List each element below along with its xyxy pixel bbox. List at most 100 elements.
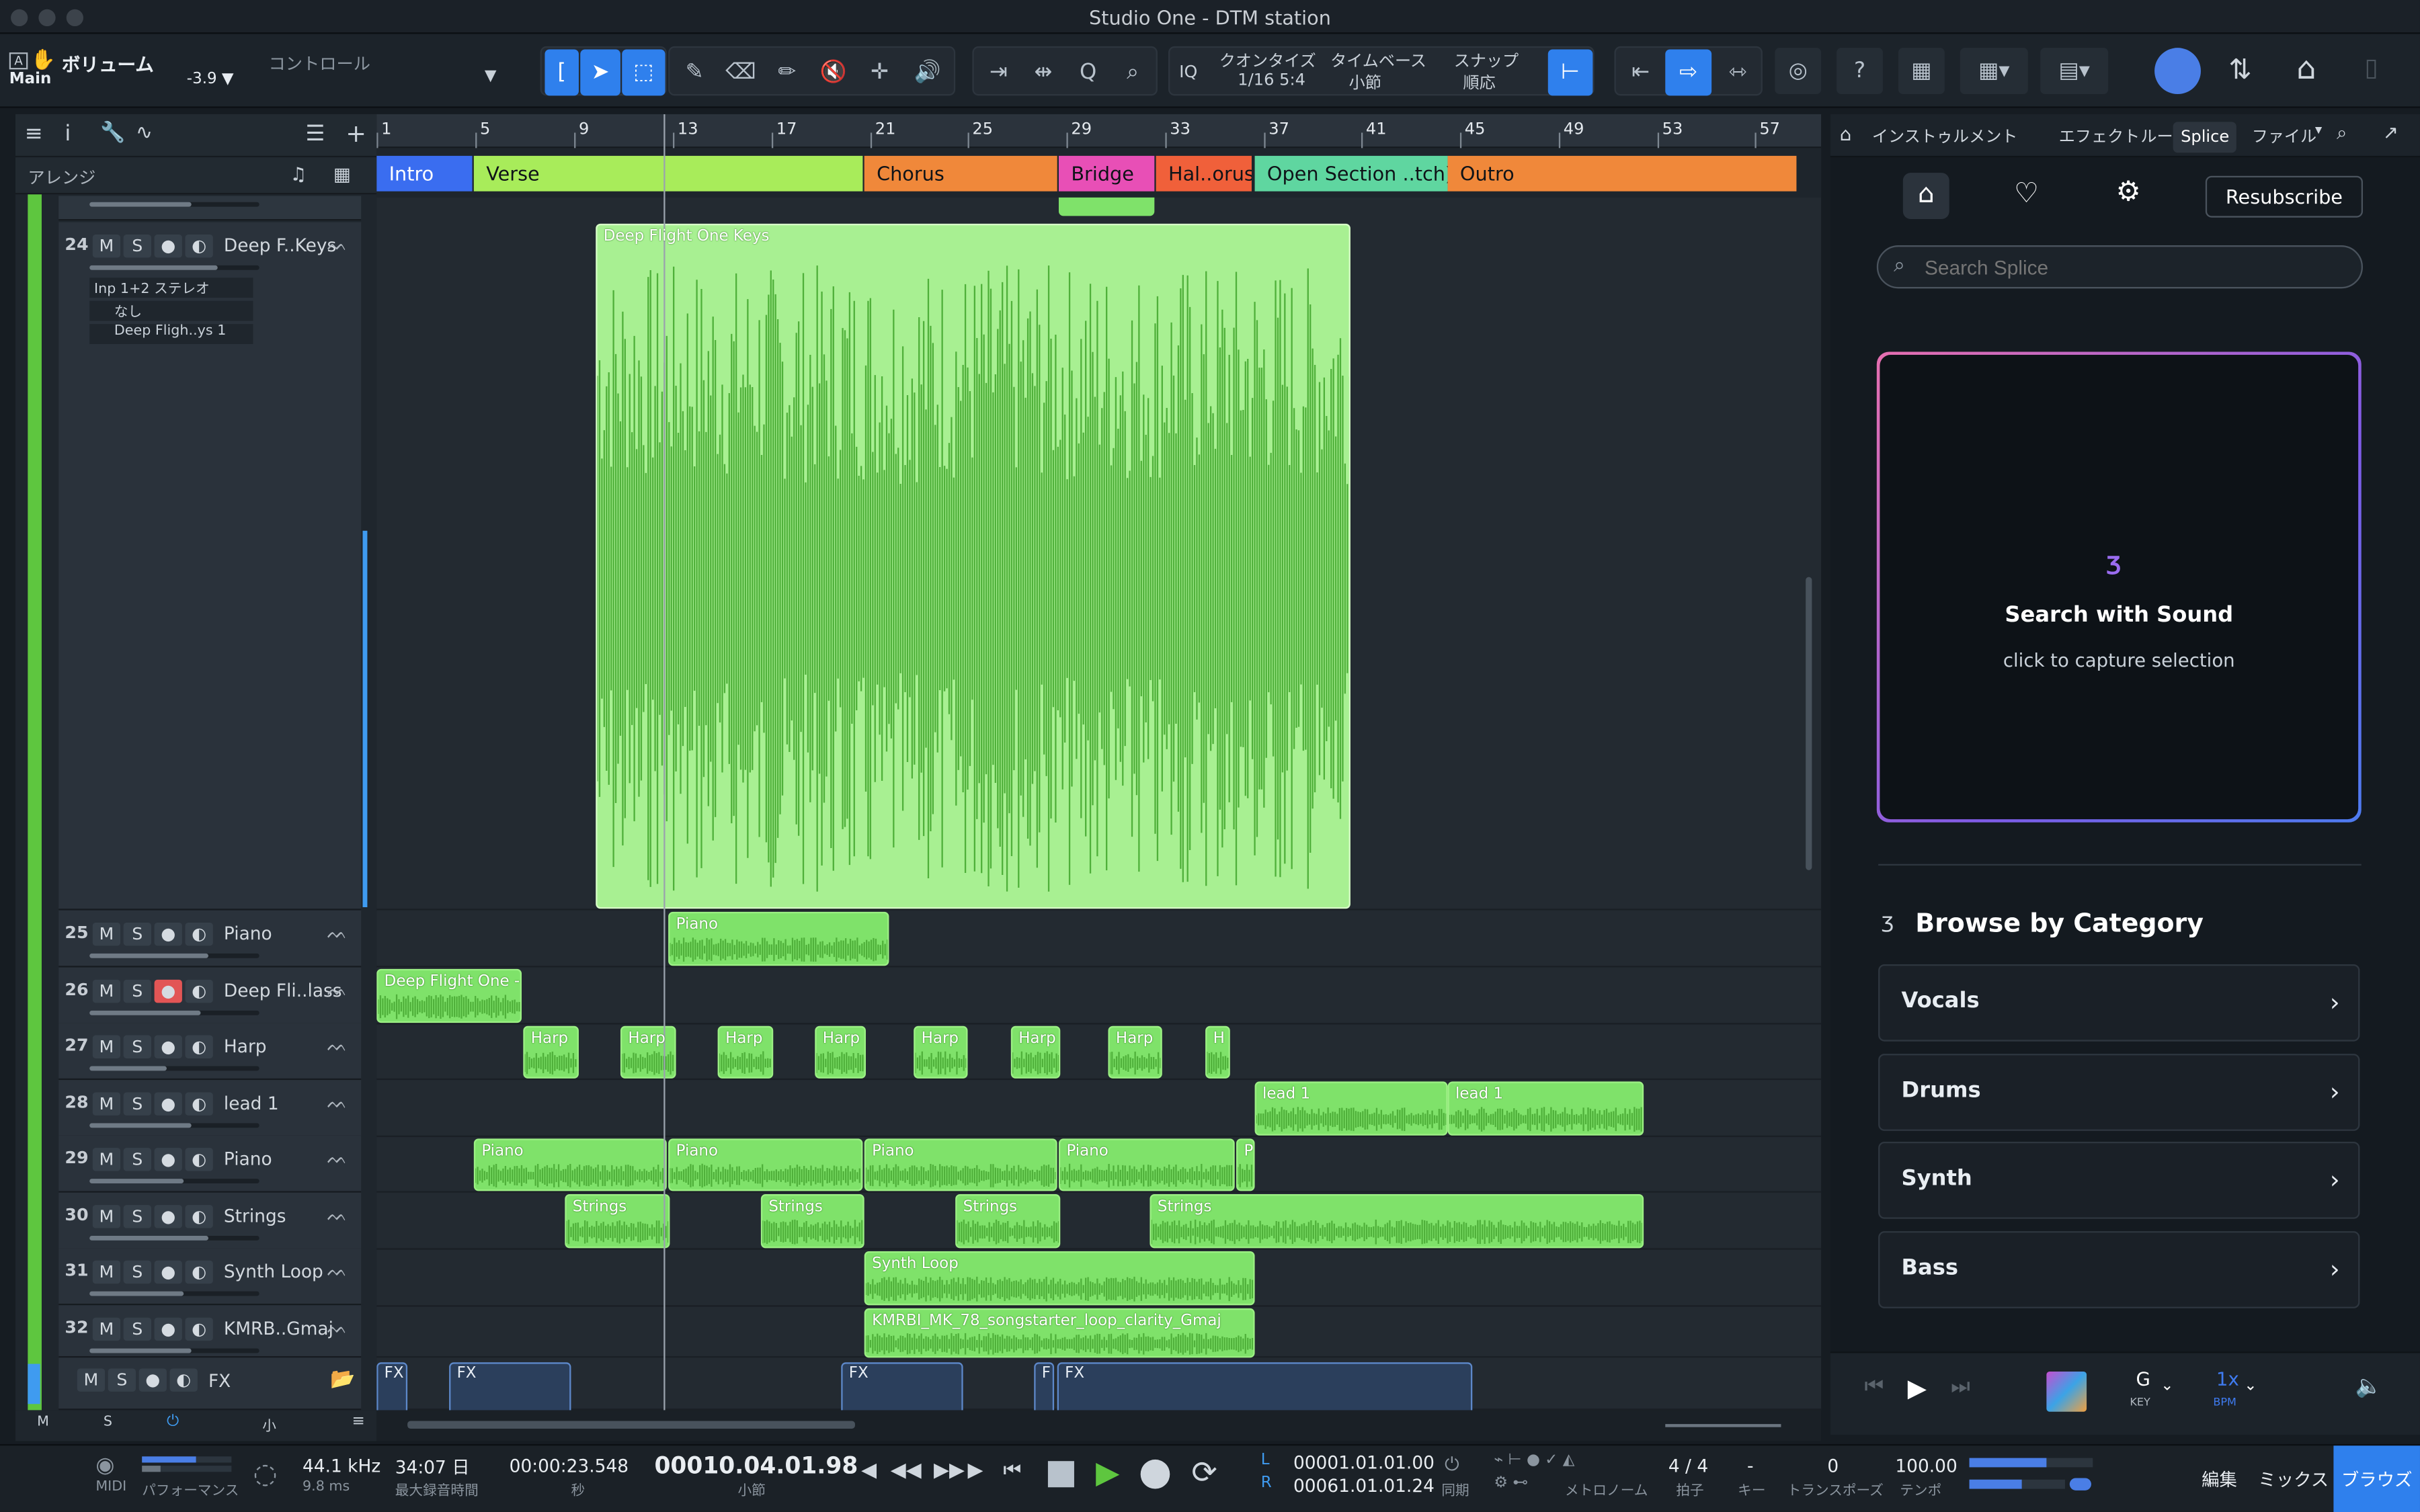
rewind-icon[interactable]: ◀◀ bbox=[891, 1460, 922, 1482]
record-arm-button[interactable]: ● bbox=[154, 1260, 182, 1284]
mute-button[interactable]: M bbox=[92, 1092, 121, 1116]
track-name[interactable]: Piano bbox=[224, 1148, 272, 1169]
track-name[interactable]: Harp bbox=[224, 1036, 267, 1057]
arranger-section[interactable]: Outro bbox=[1447, 155, 1797, 192]
audio-clip[interactable]: Synth Loop bbox=[864, 1251, 1255, 1306]
track-name[interactable]: Deep Fli..lass bbox=[224, 980, 342, 1001]
record-arm-button[interactable]: ● bbox=[154, 979, 182, 1003]
track-24-header[interactable]: 24 M S ● ◐ Deep F..Keys ᨓ Inp 1+2 ステレオ な… bbox=[58, 222, 368, 911]
fx-clip[interactable]: FX bbox=[1057, 1362, 1473, 1411]
solo-button[interactable]: S bbox=[123, 979, 151, 1003]
grid-icon[interactable]: ▦ bbox=[333, 163, 351, 185]
home-icon[interactable]: ⌂ bbox=[2296, 49, 2316, 86]
solo-button[interactable]: S bbox=[123, 234, 151, 258]
metronome-settings-icon[interactable]: ⚙ ⊷ bbox=[1494, 1475, 1528, 1492]
monitor-button[interactable]: ◐ bbox=[185, 1092, 213, 1116]
monitor-button[interactable]: ◐ bbox=[185, 1205, 213, 1228]
solo-button[interactable]: S bbox=[123, 1035, 151, 1058]
preview-volume-icon[interactable]: 🔈 bbox=[2355, 1375, 2382, 1400]
timeline-ruler[interactable]: 1 5 9 13 17 21 25 29 33 37 41 45 49 53 57 bbox=[376, 114, 1822, 149]
track-name[interactable]: Deep F..Keys bbox=[224, 235, 336, 256]
audio-clip[interactable]: H bbox=[1205, 1025, 1230, 1079]
video-icon[interactable]: ▦ bbox=[1898, 48, 1945, 95]
track-header[interactable]: 31 M S ● ◐ Synth Loop ᨓ bbox=[58, 1248, 362, 1306]
zoom-slider[interactable] bbox=[1665, 1424, 1781, 1427]
mute-button[interactable]: M bbox=[92, 234, 121, 258]
fx-track-header[interactable]: M S ● ◐ FX 📂 bbox=[28, 1357, 362, 1411]
monitor-button[interactable]: ◐ bbox=[185, 1260, 213, 1284]
arranger-section[interactable]: Intro bbox=[376, 155, 473, 192]
clip-fragment[interactable] bbox=[1058, 197, 1155, 216]
track-header[interactable]: 27 M S ● ◐ Harp ᨓ bbox=[58, 1023, 362, 1081]
stretch-tool-icon[interactable]: ⇹ bbox=[1022, 49, 1065, 95]
automation-icon[interactable]: ∿ bbox=[136, 122, 153, 144]
mute-button[interactable]: M bbox=[92, 1148, 121, 1171]
monitor-button[interactable]: ◐ bbox=[185, 1317, 213, 1341]
audio-clip[interactable]: Strings bbox=[955, 1194, 1061, 1249]
timestretch-tool-icon[interactable]: ⌕ bbox=[1111, 49, 1154, 95]
splice-home-icon[interactable]: ⌂ bbox=[1902, 173, 1949, 220]
volume-slider[interactable] bbox=[89, 1066, 259, 1071]
mute-button[interactable]: M bbox=[92, 922, 121, 946]
next-icon[interactable]: ⏭ bbox=[1951, 1375, 1970, 1400]
audio-clip[interactable]: Strings bbox=[1150, 1194, 1644, 1249]
browser-search-icon[interactable]: ⌕ bbox=[2337, 122, 2347, 144]
mute-button[interactable]: M bbox=[77, 1368, 106, 1392]
favorites-heart-icon[interactable]: ♡ bbox=[2014, 177, 2039, 210]
document-icon[interactable]: ▯ bbox=[2364, 52, 2378, 82]
edit-view-button[interactable]: 編集 bbox=[2185, 1445, 2253, 1512]
play-button[interactable]: ▶ bbox=[1096, 1454, 1119, 1490]
record-arm-button[interactable]: ● bbox=[154, 234, 182, 258]
volume-slider[interactable] bbox=[89, 1291, 259, 1296]
fx-clip[interactable]: F bbox=[1034, 1362, 1055, 1411]
category-vocals-button[interactable]: Vocals › bbox=[1878, 964, 2360, 1042]
time-signature[interactable]: 4 / 4 bbox=[1668, 1455, 1708, 1476]
split-tool-icon[interactable]: ✎ bbox=[673, 49, 716, 95]
fast-forward-icon[interactable]: ▶▶ bbox=[934, 1460, 965, 1482]
fx-clip[interactable]: FX bbox=[449, 1362, 571, 1411]
resubscribe-button[interactable]: Resubscribe bbox=[2205, 175, 2364, 218]
audio-clip[interactable]: Harp bbox=[523, 1025, 579, 1079]
auto-mode-badge[interactable]: A bbox=[9, 52, 28, 70]
loop-start[interactable]: 00001.01.01.00 bbox=[1293, 1452, 1435, 1473]
bend-tool-icon[interactable]: ✛ bbox=[858, 49, 901, 95]
loop-end[interactable]: 00061.01.01.24 bbox=[1293, 1475, 1435, 1497]
timebase-value[interactable]: 小節 bbox=[1349, 71, 1381, 94]
playhead[interactable] bbox=[663, 114, 666, 1411]
follow-icon[interactable]: ⇨ bbox=[1665, 49, 1712, 96]
track-header[interactable]: 26 M S ● ◐ Deep Fli..lass ᨓ bbox=[58, 967, 362, 1025]
sync-icon[interactable]: ⇅ bbox=[2228, 54, 2252, 86]
power-icon[interactable]: ⏻ bbox=[167, 1413, 179, 1430]
iq-button[interactable]: IQ bbox=[1179, 62, 1197, 82]
horizontal-scrollbar[interactable] bbox=[407, 1421, 855, 1429]
audio-clip[interactable]: Harp bbox=[815, 1025, 866, 1079]
zoom-tool-icon[interactable]: Q bbox=[1066, 49, 1109, 95]
insert-select[interactable]: なし bbox=[89, 300, 253, 321]
audio-clip[interactable]: Piano bbox=[668, 911, 889, 966]
monitor-button[interactable]: ◐ bbox=[169, 1368, 198, 1392]
loop-button[interactable]: ⟳ bbox=[1191, 1454, 1217, 1490]
track-header[interactable]: 32 M S ● ◐ KMRB..Gmaj ᨓ bbox=[58, 1305, 362, 1358]
category-synth-button[interactable]: Synth › bbox=[1878, 1141, 2360, 1219]
menu-icon[interactable]: ≡ bbox=[25, 122, 43, 146]
volume-slider[interactable] bbox=[89, 1348, 259, 1353]
input-select[interactable]: Inp 1+2 ステレオ bbox=[89, 278, 253, 298]
solo-button[interactable]: S bbox=[123, 1205, 151, 1228]
monitor-button[interactable]: ◐ bbox=[185, 234, 213, 258]
arranger-section[interactable]: Verse bbox=[473, 155, 863, 192]
audio-clip[interactable]: Harp bbox=[914, 1025, 968, 1079]
audio-clip[interactable]: Strings bbox=[565, 1194, 670, 1249]
track-name[interactable]: FX bbox=[208, 1370, 231, 1392]
audio-clip[interactable]: Piano bbox=[473, 1138, 667, 1191]
audio-clip[interactable]: Piano bbox=[1058, 1138, 1235, 1191]
category-bass-button[interactable]: Bass › bbox=[1878, 1230, 2360, 1308]
arranger-section[interactable]: Hal..orus bbox=[1156, 155, 1252, 192]
transpose-value[interactable]: 0 bbox=[1827, 1455, 1839, 1476]
track-list-menu-icon[interactable]: ≡ bbox=[352, 1413, 364, 1430]
monitor-button[interactable]: ◐ bbox=[185, 1148, 213, 1171]
arranger-section[interactable]: Open Section ..tch) bbox=[1254, 155, 1448, 192]
account-avatar[interactable] bbox=[2154, 48, 2201, 95]
volume-slider[interactable] bbox=[89, 265, 259, 270]
snap-toggle-icon[interactable]: ⊢ bbox=[1547, 49, 1593, 96]
list-icon[interactable]: ☰ bbox=[306, 122, 325, 146]
